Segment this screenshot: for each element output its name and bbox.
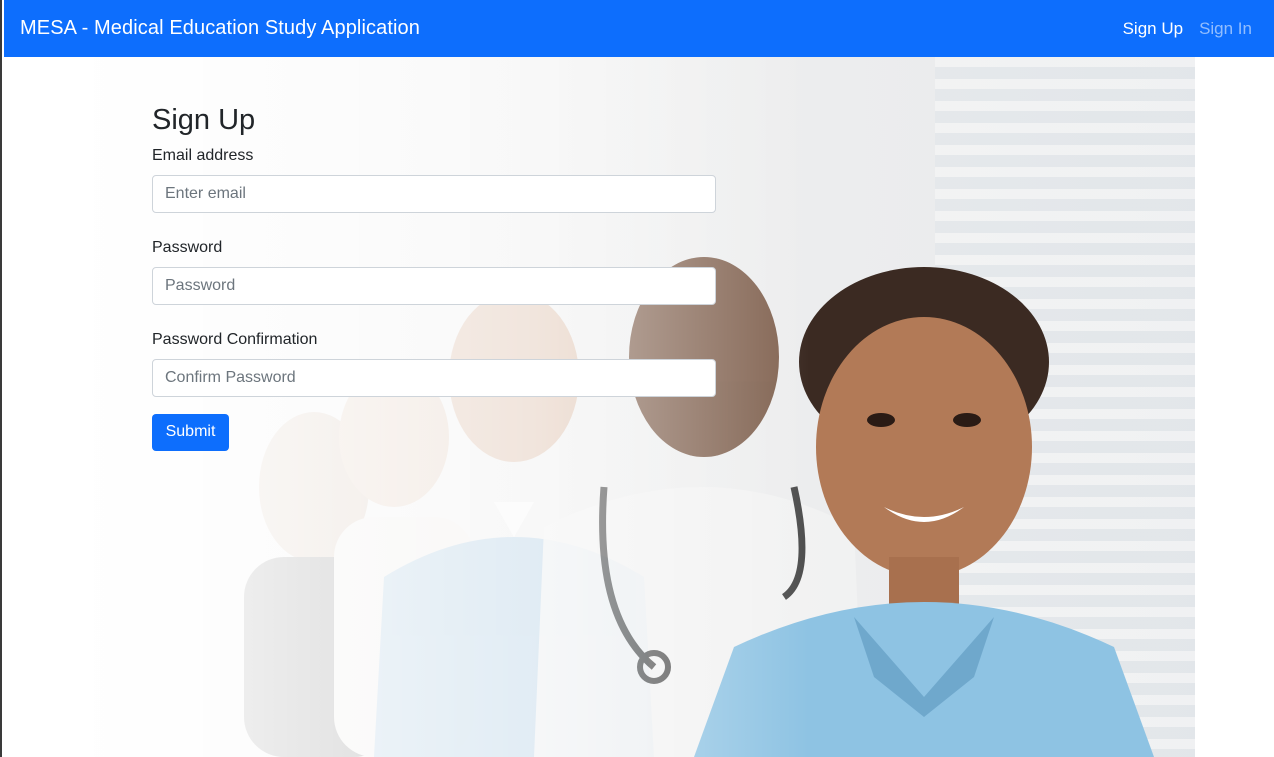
app-window: MESA - Medical Education Study Applicati…: [0, 0, 1274, 757]
password-confirmation-label: Password Confirmation: [152, 331, 318, 348]
email-label: Email address: [152, 147, 254, 164]
page-title: Sign Up: [152, 104, 256, 136]
sign-up-form: Sign Up Email address Password Password …: [152, 104, 716, 451]
submit-button[interactable]: Submit: [152, 413, 229, 451]
nav-sign-up-link[interactable]: Sign Up: [1123, 19, 1183, 39]
nav-sign-in-link[interactable]: Sign In: [1199, 19, 1252, 39]
password-confirmation-field[interactable]: [152, 359, 716, 397]
password-field[interactable]: [152, 267, 716, 305]
brand-title[interactable]: MESA - Medical Education Study Applicati…: [20, 17, 420, 40]
top-navbar: MESA - Medical Education Study Applicati…: [4, 0, 1274, 57]
password-label: Password: [152, 239, 223, 256]
nav-links: Sign Up Sign In: [1123, 19, 1260, 39]
email-field[interactable]: [152, 175, 716, 213]
